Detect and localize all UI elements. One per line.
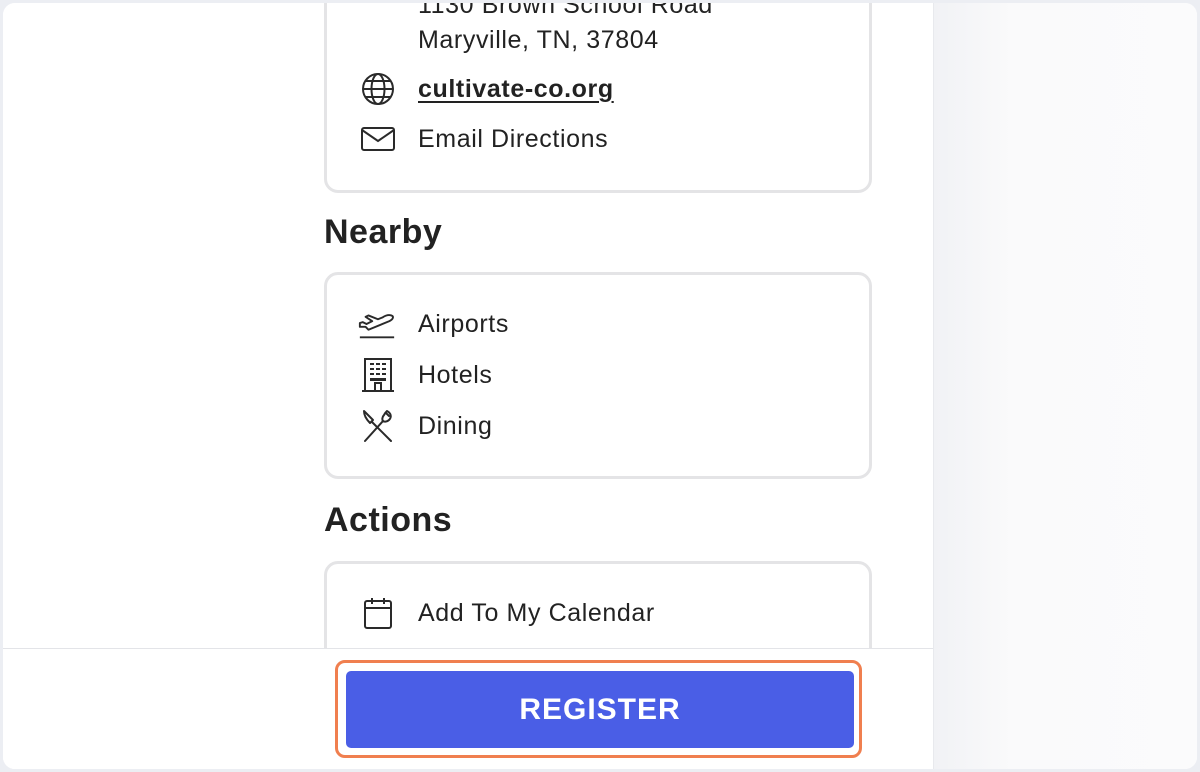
calendar-icon xyxy=(358,595,398,631)
nearby-card xyxy=(324,272,872,479)
nearby-dining-link[interactable]: Dining xyxy=(418,412,492,441)
nearby-heading: Nearby xyxy=(324,213,443,251)
dining-icon xyxy=(358,408,398,444)
globe-icon xyxy=(358,71,398,107)
address-line1: 1130 Brown School Road xyxy=(418,3,713,19)
airplane-icon xyxy=(357,306,397,342)
actions-heading: Actions xyxy=(324,501,453,539)
nearby-airports-link[interactable]: Airports xyxy=(418,310,509,339)
website-link[interactable]: cultivate-co.org xyxy=(418,75,614,104)
email-directions-link[interactable]: Email Directions xyxy=(418,125,608,154)
background-pane xyxy=(934,3,1197,769)
address-line2: Maryville, TN, 37804 xyxy=(418,26,659,54)
hotel-icon xyxy=(358,357,398,393)
add-to-calendar-link[interactable]: Add To My Calendar xyxy=(418,599,655,628)
envelope-icon xyxy=(358,121,398,157)
nearby-hotels-link[interactable]: Hotels xyxy=(418,361,492,390)
register-button[interactable]: REGISTER xyxy=(346,671,854,748)
app-frame: 1130 Brown School Road Maryville, TN, 37… xyxy=(3,3,1197,769)
event-details-panel: 1130 Brown School Road Maryville, TN, 37… xyxy=(3,3,934,769)
